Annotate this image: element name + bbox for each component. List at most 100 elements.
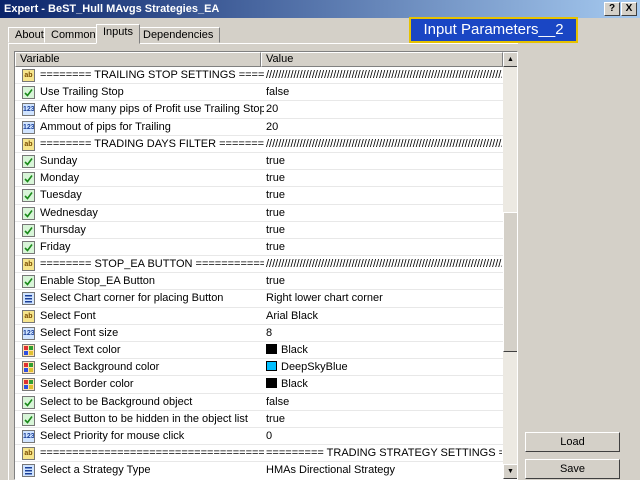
param-value[interactable]: Right lower chart corner	[266, 290, 502, 307]
param-value[interactable]: 0	[266, 428, 502, 445]
scroll-down-icon[interactable]: ▼	[503, 464, 517, 479]
param-row[interactable]: ab ======== TRADING DAYS FILTER =========…	[15, 136, 503, 153]
title-bar: Expert - BeST_Hull MAvgs Strategies_EA	[0, 0, 640, 18]
param-value[interactable]: 20	[266, 101, 502, 118]
column-header-variable[interactable]: Variable	[15, 52, 261, 67]
param-value[interactable]: true	[266, 239, 502, 256]
param-value[interactable]: ////////////////////////////////////////…	[266, 136, 502, 153]
param-value[interactable]: false	[266, 84, 502, 101]
scroll-thumb[interactable]	[503, 212, 517, 352]
param-value-text: DeepSkyBlue	[281, 361, 348, 374]
param-row[interactable]: Monday true	[15, 170, 503, 188]
param-row[interactable]: Sunday true	[15, 153, 503, 171]
param-name: Friday	[40, 240, 71, 253]
param-value[interactable]: true	[266, 170, 502, 187]
bool-param-icon	[22, 275, 35, 289]
enum-param-icon	[22, 292, 35, 306]
bool-param-icon	[22, 172, 35, 186]
close-button[interactable]: X	[621, 2, 637, 16]
param-name: Wednesday	[40, 206, 98, 219]
param-name: Select Border color	[40, 378, 134, 391]
string-param-icon: ab	[22, 137, 35, 151]
param-name: Select Font size	[40, 326, 119, 339]
vertical-scrollbar[interactable]: ▲ ▼	[503, 52, 517, 479]
param-row[interactable]: Enable Stop_EA Button true	[15, 273, 503, 291]
param-value-text: Black	[281, 378, 308, 391]
param-row[interactable]: Tuesday true	[15, 187, 503, 205]
load-button[interactable]: Load	[525, 432, 620, 452]
tab-dependencies[interactable]: Dependencies	[136, 27, 221, 43]
param-row[interactable]: Select Text color Black	[15, 342, 503, 360]
param-row[interactable]: Use Trailing Stop false	[15, 84, 503, 102]
param-name: ======== TRAILING STOP SETTINGS ========…	[40, 69, 264, 81]
param-row[interactable]: ab ======== STOP_EA BUTTON ==============…	[15, 256, 503, 274]
number-param-icon: 123	[22, 429, 35, 443]
param-value[interactable]: true	[266, 153, 502, 170]
param-row[interactable]: Select a Strategy Type HMAs Directional S…	[15, 462, 503, 479]
param-value[interactable]: DeepSkyBlue	[266, 359, 502, 376]
param-name: Select Font	[40, 309, 96, 322]
param-value[interactable]: Black	[266, 376, 502, 393]
param-value[interactable]: true	[266, 222, 502, 239]
param-value[interactable]: 8	[266, 325, 502, 342]
color-swatch	[266, 378, 277, 389]
string-param-icon: ab	[22, 258, 35, 272]
param-value[interactable]: false	[266, 394, 502, 411]
param-row[interactable]: Select Button to be hidden in the object…	[15, 411, 503, 428]
enum-param-icon	[22, 464, 35, 478]
param-value[interactable]: true	[266, 411, 502, 428]
param-name: Select a Strategy Type	[40, 464, 151, 477]
param-row[interactable]: Select Background color DeepSkyBlue	[15, 359, 503, 377]
param-name: Thursday	[40, 223, 86, 236]
grid-rows: ab ======== TRAILING STOP SETTINGS ======…	[15, 67, 503, 479]
string-param-icon: ab	[22, 309, 35, 323]
bool-param-icon	[22, 412, 35, 426]
save-button[interactable]: Save	[525, 459, 620, 479]
color-param-icon	[22, 344, 35, 357]
param-row[interactable]: ab Select Font Arial Black	[15, 308, 503, 325]
scroll-up-icon[interactable]: ▲	[503, 52, 517, 67]
tab-inputs[interactable]: Inputs	[96, 24, 140, 44]
param-row[interactable]: Select to be Background object false	[15, 394, 503, 411]
tab-common[interactable]: Common	[44, 27, 103, 43]
param-row[interactable]: Select Chart corner for placing Button Ri…	[15, 290, 503, 308]
param-name: After how many pips of Profit use Traili…	[40, 103, 264, 116]
param-row[interactable]: 123 Select Priority for mouse click 0	[15, 428, 503, 446]
bool-param-icon	[22, 223, 35, 237]
color-swatch	[266, 344, 277, 354]
param-value[interactable]: ////////////////////////////////////////…	[266, 67, 502, 84]
param-row[interactable]: Select Border color Black	[15, 376, 503, 394]
param-row[interactable]: 123 Select Font size 8	[15, 325, 503, 342]
param-value[interactable]: Black	[266, 342, 502, 359]
param-row[interactable]: 123 After how many pips of Profit use Tra…	[15, 101, 503, 119]
param-row[interactable]: ab ======== TRAILING STOP SETTINGS ======…	[15, 67, 503, 85]
param-name: Tuesday	[40, 189, 82, 202]
color-swatch	[266, 361, 277, 372]
input-parameters-annotation: Input Parameters__2	[409, 17, 578, 43]
param-value[interactable]: true	[266, 273, 502, 290]
param-value[interactable]: Arial Black	[266, 308, 502, 325]
param-value[interactable]: true	[266, 187, 502, 204]
column-header-value[interactable]: Value	[261, 52, 503, 67]
param-value[interactable]: true	[266, 205, 502, 222]
param-value[interactable]: ////////////////////////////////////////…	[266, 256, 502, 273]
number-param-icon: 123	[22, 326, 35, 340]
param-value[interactable]: 20	[266, 119, 502, 136]
param-name: Select Button to be hidden in the object…	[40, 412, 248, 425]
param-row[interactable]: 123 Ammout of pips for Trailing 20	[15, 119, 503, 136]
param-name: Select to be Background object	[40, 395, 193, 408]
param-name: Sunday	[40, 154, 78, 167]
bool-param-icon	[22, 86, 35, 100]
param-value[interactable]: HMAs Directional Strategy	[266, 462, 502, 479]
param-name: Enable Stop_EA Button	[40, 275, 155, 288]
param-name: Use Trailing Stop	[40, 86, 124, 99]
param-name: Select Text color	[40, 344, 121, 356]
param-row[interactable]: Thursday true	[15, 222, 503, 239]
string-param-icon: ab	[22, 69, 35, 82]
param-name: ========================================…	[40, 447, 264, 460]
help-button[interactable]: ?	[604, 2, 620, 16]
param-row[interactable]: Wednesday true	[15, 205, 503, 222]
param-value[interactable]: ========= TRADING STRATEGY SETTINGS ====…	[266, 445, 502, 462]
param-row[interactable]: Friday true	[15, 239, 503, 257]
param-row[interactable]: ab =================================== ===…	[15, 445, 503, 463]
